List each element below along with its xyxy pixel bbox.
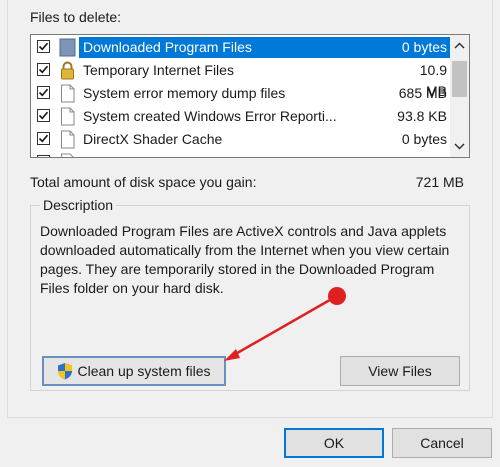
list-item-windows-error-reporting[interactable]: System created Windows Error Reporti... … bbox=[31, 105, 451, 128]
ok-button[interactable]: OK bbox=[284, 428, 384, 458]
list-item-downloaded-program-files[interactable]: Downloaded Program Files 0 bytes bbox=[31, 36, 451, 59]
file-icon bbox=[59, 84, 76, 103]
files-list[interactable]: Downloaded Program Files 0 bytes Tempora… bbox=[30, 34, 470, 158]
description-text: Downloaded Program Files are ActiveX con… bbox=[40, 223, 450, 296]
list-item-partial[interactable] bbox=[31, 151, 451, 157]
file-name: Temporary Internet Files bbox=[83, 62, 234, 78]
file-size: 685 MB bbox=[398, 85, 447, 101]
clean-up-button-label: Clean up system files bbox=[77, 363, 211, 379]
total-space-label: Total amount of disk space you gain: bbox=[30, 174, 257, 190]
checkbox[interactable] bbox=[37, 63, 50, 76]
file-size: 0 bytes bbox=[401, 131, 447, 147]
files-to-delete-label: Files to delete: bbox=[30, 9, 122, 25]
scroll-up-arrow-icon[interactable] bbox=[450, 35, 469, 57]
file-icon bbox=[59, 153, 76, 157]
checkbox[interactable] bbox=[37, 40, 50, 53]
description-title: Description bbox=[40, 197, 117, 213]
list-item-directx-shader-cache[interactable]: DirectX Shader Cache 0 bytes bbox=[31, 128, 451, 151]
file-icon bbox=[59, 107, 76, 126]
list-item-system-error-memory-dump-files[interactable]: System error memory dump files 685 MB bbox=[31, 82, 451, 105]
clean-up-system-files-button[interactable]: Clean up system files bbox=[42, 356, 226, 386]
scroll-thumb[interactable] bbox=[452, 61, 467, 97]
file-icon bbox=[59, 130, 76, 149]
file-name: System created Windows Error Reporti... bbox=[83, 108, 337, 124]
lock-icon bbox=[59, 61, 76, 80]
checkbox[interactable] bbox=[37, 155, 50, 157]
file-size: 93.8 KB bbox=[397, 108, 447, 124]
checkbox[interactable] bbox=[37, 86, 50, 99]
list-item-temporary-internet-files[interactable]: Temporary Internet Files 10.9 MB bbox=[31, 59, 451, 99]
file-name: System error memory dump files bbox=[83, 85, 286, 101]
file-size: 0 bytes bbox=[397, 37, 451, 58]
view-files-button[interactable]: View Files bbox=[340, 356, 460, 386]
checkbox[interactable] bbox=[37, 132, 50, 145]
total-space-value: 721 MB bbox=[415, 174, 464, 190]
checkbox[interactable] bbox=[37, 109, 50, 122]
file-size: 10.9 MB bbox=[419, 62, 447, 99]
scroll-down-arrow-icon[interactable] bbox=[450, 135, 469, 157]
folder-icon bbox=[59, 38, 76, 57]
list-scrollbar[interactable] bbox=[450, 35, 469, 157]
cancel-button[interactable]: Cancel bbox=[392, 428, 492, 458]
shield-icon bbox=[57, 362, 73, 380]
file-name: Downloaded Program Files bbox=[79, 37, 397, 58]
file-name: DirectX Shader Cache bbox=[83, 131, 223, 147]
